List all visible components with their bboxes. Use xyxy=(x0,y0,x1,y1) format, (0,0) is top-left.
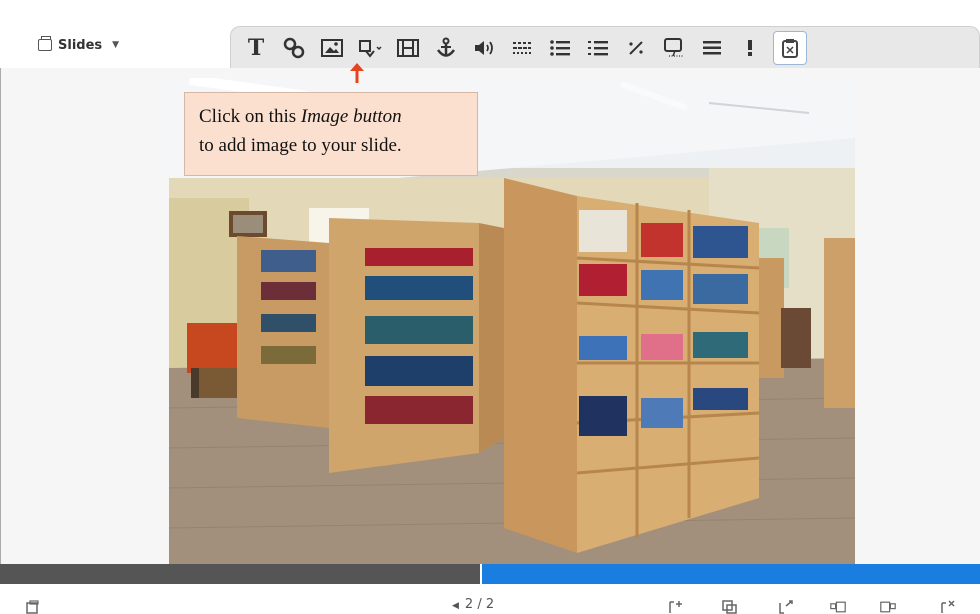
audio-button[interactable] xyxy=(465,28,503,68)
bulleted-list-icon xyxy=(550,39,570,56)
layout-icon xyxy=(782,38,798,58)
speech-bubble-icon xyxy=(664,37,683,57)
slide-progress-bar[interactable] xyxy=(0,564,980,584)
callout-line2: to add image to your slide. xyxy=(199,135,402,156)
duplicate-slide-icon[interactable] xyxy=(722,600,738,614)
layout-button[interactable] xyxy=(773,30,807,65)
callout-line1-start: Click on this xyxy=(199,106,301,127)
numbered-list-button[interactable] xyxy=(579,28,617,68)
math-button[interactable] xyxy=(617,28,655,68)
add-slide-icon[interactable] xyxy=(668,600,684,614)
image-icon xyxy=(321,38,343,57)
close-slide-icon[interactable] xyxy=(940,600,956,614)
slides-menu[interactable]: Slides ▼ xyxy=(38,34,119,56)
anchor-icon xyxy=(436,37,456,57)
video-icon xyxy=(397,38,419,57)
anchor-button[interactable] xyxy=(427,28,465,68)
arrow-up-icon xyxy=(350,63,364,83)
split-left-icon[interactable] xyxy=(830,600,846,614)
split-right-icon[interactable] xyxy=(880,600,896,614)
chevron-down-icon: ▼ xyxy=(112,40,120,50)
progress-fill xyxy=(480,564,980,584)
instruction-callout: Click on this Image button to add image … xyxy=(184,92,478,176)
speech-bubble-button[interactable] xyxy=(655,28,693,68)
slides-menu-label: Slides xyxy=(58,37,103,53)
audio-icon xyxy=(475,40,493,55)
link-icon xyxy=(283,37,305,58)
text-button[interactable]: T xyxy=(237,28,275,68)
top-bar: Slides ▼ T xyxy=(0,0,980,68)
chart-icon xyxy=(513,41,531,54)
overview-icon[interactable] xyxy=(26,600,42,614)
export-slide-icon[interactable] xyxy=(778,600,794,614)
menu-icon xyxy=(703,40,721,54)
prev-slide-icon[interactable]: ◀ xyxy=(452,601,459,611)
slides-icon xyxy=(38,36,52,51)
shape-icon xyxy=(359,39,382,58)
image-button[interactable] xyxy=(313,28,351,68)
more-vertical-icon xyxy=(748,39,752,56)
more-button[interactable] xyxy=(731,28,769,68)
chart-button[interactable] xyxy=(503,28,541,68)
numbered-list-icon xyxy=(588,40,608,55)
callout-image-button-em: Image button xyxy=(300,106,402,127)
bulleted-list-button[interactable] xyxy=(541,28,579,68)
menu-button[interactable] xyxy=(693,28,731,68)
pager-label: 2 / 2 xyxy=(464,597,495,612)
link-button[interactable] xyxy=(275,28,313,68)
video-button[interactable] xyxy=(389,28,427,68)
editor-toolbar: T xyxy=(230,26,980,68)
math-icon xyxy=(629,40,643,55)
slide-pager: ◀ 2 / 2 xyxy=(452,597,494,612)
